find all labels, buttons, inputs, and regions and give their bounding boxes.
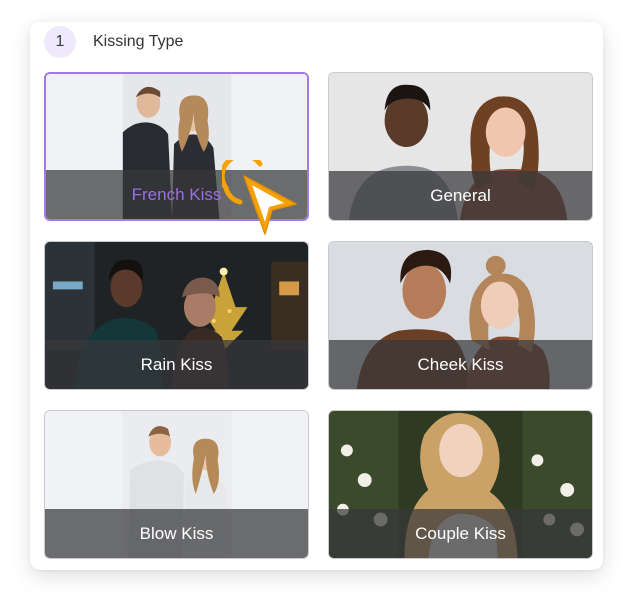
option-card-french-kiss[interactable]: French Kiss: [44, 72, 309, 221]
section-title: Kissing Type: [93, 33, 184, 50]
card-label: Blow Kiss: [45, 509, 308, 558]
card-label: Rain Kiss: [45, 340, 308, 389]
card-label: French Kiss: [46, 170, 307, 219]
option-card-general[interactable]: General: [328, 72, 593, 221]
card-label: General: [329, 171, 592, 220]
option-card-blow-kiss[interactable]: Blow Kiss: [44, 410, 309, 559]
option-card-rain-kiss[interactable]: Rain Kiss: [44, 241, 309, 390]
option-card-cheek-kiss[interactable]: Cheek Kiss: [328, 241, 593, 390]
section-header: 1 Kissing Type: [44, 26, 183, 58]
kissing-type-panel: 1 Kissing Type French Kiss General Rain …: [30, 22, 603, 570]
step-number-badge: 1: [44, 26, 76, 58]
card-label: Couple Kiss: [329, 509, 592, 558]
option-card-couple-kiss[interactable]: Couple Kiss: [328, 410, 593, 559]
card-label: Cheek Kiss: [329, 340, 592, 389]
